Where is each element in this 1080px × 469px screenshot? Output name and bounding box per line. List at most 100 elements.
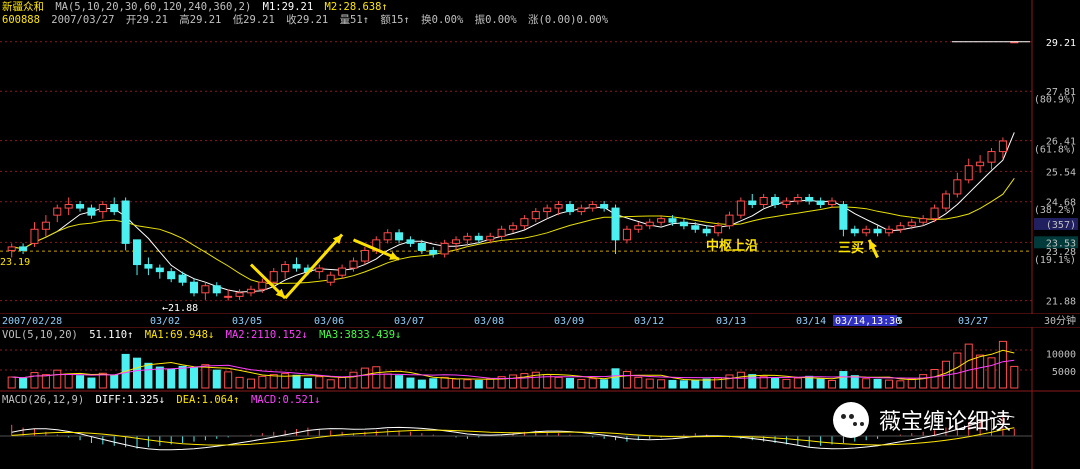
volume-axis-label: 5000	[1052, 367, 1076, 378]
volume-bar	[383, 373, 392, 389]
x-axis-label: 03/27	[958, 316, 988, 327]
x-axis-label: 03/09	[554, 316, 584, 327]
quote-turnover: 换0.00%	[421, 14, 464, 26]
candle-body	[235, 292, 244, 297]
candlestick	[326, 271, 335, 286]
volume-bar	[771, 377, 780, 389]
volume-bar	[508, 374, 518, 389]
volume-bar	[76, 375, 85, 389]
candle-body	[998, 140, 1007, 153]
candle-body	[178, 274, 187, 283]
volume-bar	[873, 378, 882, 389]
candle-body	[167, 271, 176, 280]
candle-body	[19, 246, 28, 251]
volume-bar	[30, 372, 39, 389]
vol-ma3: MA3:3833.439↓	[319, 329, 402, 341]
volume-bar	[668, 379, 677, 389]
candlestick	[611, 204, 620, 254]
candlestick	[941, 190, 950, 212]
volume-bar	[315, 376, 324, 389]
candlestick	[827, 197, 837, 209]
candlestick	[873, 225, 882, 237]
volume-bar	[303, 377, 312, 389]
volume-bar	[64, 373, 73, 389]
candle-body	[246, 288, 255, 294]
volume-axis-label: 10000	[1046, 350, 1076, 361]
candle-body	[862, 228, 871, 234]
volume-bar	[600, 379, 609, 389]
candle-body	[53, 207, 62, 216]
volume-bar	[144, 362, 153, 389]
header-line-2: 600888 2007/03/27 开29.21 高29.21 低29.21 收…	[2, 14, 613, 26]
candlestick	[702, 225, 711, 237]
candlestick	[41, 215, 50, 237]
volume-bar	[19, 377, 28, 389]
candle-body	[839, 204, 848, 230]
quote-open: 开29.21	[125, 14, 168, 26]
candle-body	[611, 207, 620, 241]
candle-body	[531, 211, 540, 220]
volume-bar	[87, 377, 96, 389]
candlestick	[7, 243, 16, 258]
price-axis-label: (38.2%)	[1034, 205, 1076, 216]
candle-body	[884, 228, 894, 234]
candlestick	[212, 282, 221, 297]
candle-body	[725, 214, 734, 227]
candle-body	[873, 228, 882, 234]
candle-body	[508, 225, 518, 230]
candlestick	[429, 246, 438, 258]
x-axis-label: 2007/02/28	[2, 316, 62, 327]
x-axis-label: 03/07	[394, 316, 424, 327]
candlestick	[748, 193, 757, 209]
x-axis-label: 03/14	[796, 316, 826, 327]
x-axis-label: 03/05	[232, 316, 262, 327]
candle-body	[349, 260, 358, 269]
candle-body	[577, 207, 586, 213]
candlestick	[679, 218, 688, 230]
volume-bar	[429, 378, 438, 389]
volume-bar	[987, 357, 996, 389]
candlestick	[657, 215, 666, 226]
quote-volume: 量51↑	[339, 14, 370, 26]
price-axis-label: 21.88	[1046, 297, 1076, 308]
candle-body	[668, 218, 677, 223]
candle-body	[269, 271, 278, 283]
candlestick	[998, 137, 1007, 159]
macd-diff: DIFF:1.325↓	[95, 394, 166, 406]
candle-body	[258, 281, 267, 290]
volume-bar	[839, 371, 848, 389]
watermark-text: 薇宝缠论细读	[879, 410, 1012, 435]
ma-params: MA(5,10,20,30,60,120,240,360,2)	[55, 1, 252, 13]
candlestick	[725, 211, 734, 230]
candle-body	[850, 228, 859, 234]
candlestick	[30, 222, 39, 247]
candlestick	[189, 278, 199, 297]
candlestick	[976, 155, 985, 173]
stock-name: 新疆众和	[2, 1, 44, 13]
candlestick	[987, 148, 996, 170]
candlestick	[201, 282, 210, 300]
candle-body	[201, 285, 210, 294]
candle-body	[463, 235, 472, 241]
candlestick	[520, 215, 529, 230]
candle-body	[622, 228, 631, 241]
candle-body	[964, 165, 973, 181]
candlestick	[110, 197, 119, 216]
vol-ma2: MA2:2110.152↓	[225, 329, 308, 341]
candle-body	[132, 239, 142, 266]
x-axis-label: 03/02	[150, 316, 180, 327]
volume-bar	[452, 378, 461, 389]
macd-legend: MACD(26,12,9) DIFF:1.325↓ DEA:1.064↑ MAC…	[2, 394, 325, 406]
ma-m2-value: M2:28.638↑	[324, 1, 388, 13]
candle-body	[691, 225, 700, 230]
candle-body	[155, 267, 164, 273]
candle-body	[144, 264, 153, 269]
candle-body	[657, 218, 666, 223]
candle-body	[565, 204, 574, 213]
candlestick	[577, 204, 586, 216]
volume-bar	[759, 376, 768, 389]
volume-bar	[919, 374, 928, 389]
wechat-icon	[833, 402, 869, 438]
candle-body	[64, 204, 73, 209]
volume-bar	[611, 368, 620, 389]
